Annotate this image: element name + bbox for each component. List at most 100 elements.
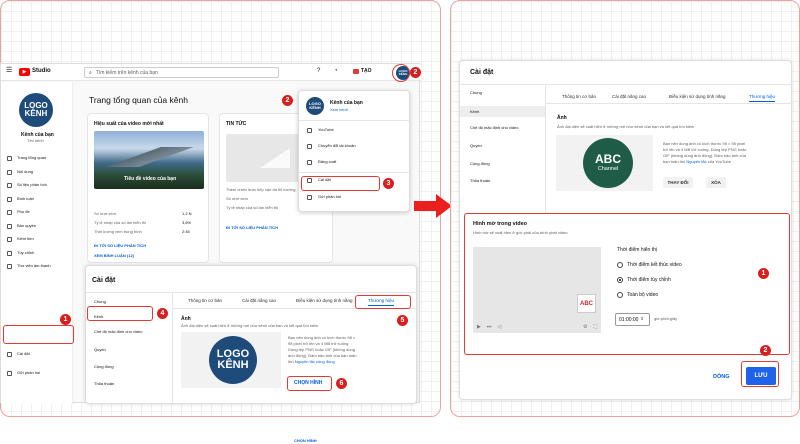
watermark-logo: ABC (577, 294, 596, 313)
sidebar: LOGO KÊNH Kênh của bạn Tên kênh Trang tổn… (1, 82, 73, 404)
studio-window: ☰ ▶ Studio ⌕ Tìm kiếm trên kênh của bạn … (0, 63, 421, 443)
sidebar-item-1[interactable]: Nội dung (7, 169, 33, 175)
search-icon: ⌕ (89, 69, 92, 76)
fullscreen-icon[interactable]: ⛶ (593, 324, 601, 330)
search-input[interactable]: ⌕ Tìm kiếm trên kênh của bạn (84, 67, 279, 78)
sidebar-item-8[interactable]: Thư viện âm thanh (7, 263, 51, 269)
tab-0[interactable]: Thông tin cơ bản (562, 94, 596, 99)
highlight-branding-tab (355, 295, 411, 309)
radio-icon[interactable] (617, 277, 623, 283)
help-icon[interactable]: ? (317, 68, 320, 75)
studio-logo[interactable]: ▶ Studio (19, 68, 51, 76)
analytics-link[interactable]: ĐI TỚI SỐ LIỆU PHÂN TÍCH (94, 243, 146, 249)
tab-1[interactable]: Cài đặt nâng cao (242, 298, 276, 303)
watermark-option-2[interactable]: Toàn bộ video (617, 292, 658, 298)
next-icon[interactable]: ⏭ (487, 324, 492, 330)
account-menu-item-1[interactable]: Chuyển đổi tài khoản (307, 143, 356, 149)
tab-3[interactable]: Thương hiệu (749, 94, 775, 102)
settings-nav-item-5[interactable]: Thỏa thuận (460, 178, 490, 184)
comments-icon (7, 196, 12, 202)
abc-logo: ABC Channel (583, 138, 633, 188)
watermark-option-1[interactable]: Thời điểm tùy chỉnh (617, 277, 671, 283)
feedback-icon (7, 371, 12, 376)
content-icon (7, 169, 12, 175)
switch-account-icon (307, 144, 312, 149)
play-icon[interactable]: ▶ (477, 324, 481, 330)
notifications-icon[interactable]: ◔ (334, 68, 338, 75)
choose-image-button[interactable]: CHỌN HÌNH (294, 438, 317, 444)
watermark-option-0[interactable]: Thời điểm kết thúc video (617, 262, 682, 268)
video-thumbnail[interactable]: Tiêu đề video của bạn (94, 131, 204, 189)
settings-nav-item-3[interactable]: Quyền (460, 143, 482, 149)
sidebar-item-7[interactable]: Tùy chỉnh (7, 250, 34, 256)
volume-icon[interactable]: ◁ (497, 324, 501, 330)
feedback-icon (307, 195, 312, 200)
settings-title: Cài đặt (470, 69, 494, 76)
choose-image-label[interactable]: CHỌN HÌNH (294, 380, 322, 386)
highlight-save (741, 361, 779, 387)
sidebar-item-settings[interactable]: Cài đặt (7, 351, 30, 357)
settings-dialog: Cài đặt Chung Kênh Chế độ mặc định cho vid… (85, 265, 418, 443)
abc-preview: ABC Channel (556, 135, 653, 191)
settings-nav-item-0[interactable]: Chung (94, 299, 106, 305)
sidebar-item-0[interactable]: Trang tổng quan (7, 155, 46, 161)
close-button[interactable]: DÓNG (713, 374, 730, 381)
tab-0[interactable]: Thông tin cơ bản (188, 298, 222, 303)
abc-hint: Bạn nên dùng ảnh có kích thước 98 × 98 p… (663, 141, 747, 164)
stepper-icon[interactable]: ⇕ (640, 316, 643, 322)
step-badge-2b: 2 (282, 95, 293, 106)
change-button[interactable]: THAY ĐỔI (663, 177, 693, 188)
comments-link[interactable]: XEM BÌNH LUẬN (12) (94, 253, 134, 259)
sidebar-item-4[interactable]: Phụ đề (7, 209, 30, 215)
news-analytics-link[interactable]: ĐI TỚI SỐ LIỆU PHÂN TÍCH (226, 225, 278, 231)
tab-1[interactable]: Cài đặt nâng cao (612, 94, 646, 99)
sidebar-item-5[interactable]: Bản quyền (7, 223, 36, 229)
page-title: Trang tổng quan của kênh (89, 95, 188, 105)
settings-nav-item-0[interactable]: Chung (460, 90, 482, 96)
step-badge-4: 4 (157, 308, 168, 319)
step-badge-r2: 2 (760, 345, 771, 356)
settings-nav-item-4[interactable]: Cộng đồng (94, 364, 114, 370)
view-channel-link[interactable]: Xem kênh (330, 107, 348, 113)
account-menu-item-0[interactable]: YouTube (307, 127, 334, 133)
logout-icon (307, 160, 312, 165)
create-button[interactable]: TẠO (353, 68, 372, 74)
dashboard-icon (7, 156, 12, 161)
highlight-menu-settings (301, 176, 380, 191)
tab-2[interactable]: Điều kiện sử dụng tính năng (669, 94, 726, 99)
account-menu-item-4[interactable]: Gửi phản hồi (307, 194, 341, 200)
video-camera-icon (353, 68, 359, 74)
radio-icon[interactable] (617, 262, 623, 268)
sidebar-item-2[interactable]: Số liệu phân tích (7, 182, 47, 188)
settings-nav-item-2[interactable]: Chế độ mặc định cho video (460, 125, 518, 131)
copyright-icon (7, 223, 12, 229)
sidebar-item-feedback[interactable]: Gửi phản hồi (7, 370, 40, 376)
audio-library-icon (7, 264, 12, 269)
account-menu-item-2[interactable]: Đăng xuất (307, 159, 336, 165)
remove-button[interactable]: XÓA (706, 177, 726, 188)
settings-window: Cài đặt Chung Kênh Chế độ mặc định cho vid… (459, 60, 793, 400)
logo-preview: LOGO KÊNH (181, 332, 281, 388)
settings-nav-item-5[interactable]: Thỏa thuận (94, 381, 114, 387)
radio-icon[interactable] (617, 292, 623, 298)
stat-value: 3,6% (182, 220, 192, 225)
tab-2[interactable]: Điều kiện sử dụng tính năng (296, 298, 353, 303)
settings-nav-item-4[interactable]: Cộng đồng (460, 161, 490, 167)
settings-nav-item-1[interactable]: Kênh (460, 106, 545, 117)
analytics-icon (7, 183, 12, 188)
settings-icon[interactable]: ⚙ (583, 324, 587, 330)
stat-value: 1,2 N (182, 211, 192, 216)
customization-icon (7, 250, 12, 256)
time-input[interactable]: 01:00:00 ⇕ (615, 313, 650, 326)
sidebar-item-6[interactable]: Kiếm tiền (7, 236, 34, 242)
watermark-section: Hình mờ trong video Hình mờ sẽ xuất hiện… (464, 213, 790, 355)
channel-avatar[interactable]: LOGO KÊNH (19, 93, 53, 127)
settings-nav-item-3[interactable]: Quyền (94, 347, 106, 353)
sidebar-item-3[interactable]: Bình luận (7, 196, 34, 202)
stat-value: 2:45 (182, 229, 190, 234)
menu-icon[interactable]: ☰ (6, 67, 12, 75)
stat-label: Số lượt xem (94, 211, 116, 216)
performance-card: Hiệu suất của video mới nhất Tiêu đề vid… (87, 113, 209, 263)
settings-nav-item-2[interactable]: Chế độ mặc định cho video (94, 329, 142, 335)
channel-handle: Tên kênh (27, 138, 44, 143)
